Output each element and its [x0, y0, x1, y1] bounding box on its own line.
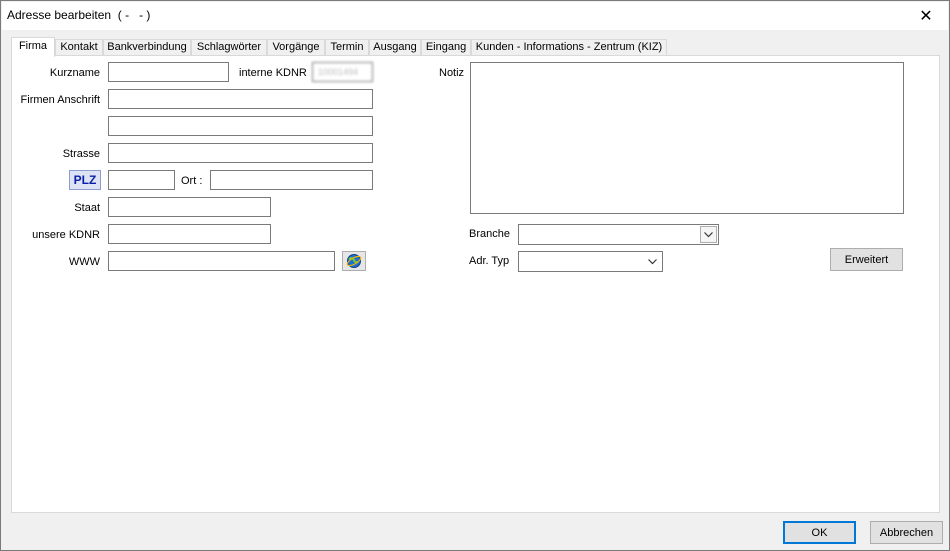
unsere-kdnr-input[interactable]	[108, 224, 271, 244]
window-title: Adresse bearbeiten ( - - )	[7, 8, 151, 22]
tab-label: Kunden - Informations - Zentrum (KIZ)	[475, 41, 663, 53]
tab-label: Schlagwörter	[196, 41, 262, 53]
tab-label: Ausgang	[373, 41, 417, 53]
tab-label: Firma	[18, 40, 48, 52]
branche-label: Branche	[469, 228, 510, 240]
erweitert-button[interactable]: Erweitert	[830, 248, 903, 271]
strasse-input[interactable]	[108, 143, 373, 163]
tab-eingang[interactable]: Eingang	[421, 39, 471, 56]
firmen-anschrift-input-1[interactable]	[108, 89, 373, 109]
close-button[interactable]: ✕	[904, 2, 948, 30]
tab-firma[interactable]: Firma	[11, 37, 55, 57]
branche-select[interactable]	[518, 224, 719, 245]
adr-typ-label: Adr. Typ	[469, 255, 510, 267]
tab-label: Bankverbindung	[107, 41, 187, 53]
tab-termin[interactable]: Termin	[325, 39, 369, 56]
chevron-down-icon	[700, 226, 717, 243]
tab-label: Eingang	[425, 41, 467, 53]
tab-kiz[interactable]: Kunden - Informations - Zentrum (KIZ)	[471, 39, 667, 56]
tab-kontakt[interactable]: Kontakt	[55, 39, 103, 56]
globe-icon	[346, 254, 362, 268]
tab-bankverbindung[interactable]: Bankverbindung	[103, 39, 191, 56]
tab-ausgang[interactable]: Ausgang	[369, 39, 421, 56]
firmen-anschrift-label: Firmen Anschrift	[20, 94, 100, 106]
staat-input[interactable]	[108, 197, 271, 217]
ort-input[interactable]	[210, 170, 373, 190]
cancel-button[interactable]: Abbrechen	[870, 521, 943, 544]
interne-kdnr-field: 10001494	[312, 62, 373, 82]
tab-panel-firma: Kurzname interne KDNR 10001494 Firmen An…	[11, 55, 940, 513]
notiz-textarea[interactable]	[470, 62, 904, 214]
address-edit-dialog: Adresse bearbeiten ( - - ) ✕ Firma Konta…	[0, 0, 950, 551]
kurzname-input[interactable]	[108, 62, 229, 82]
interne-kdnr-label: interne KDNR	[239, 67, 307, 79]
ok-button[interactable]: OK	[783, 521, 856, 544]
tab-label: Termin	[330, 41, 364, 53]
strasse-label: Strasse	[62, 148, 100, 160]
chevron-down-icon	[642, 252, 662, 271]
title-bar: Adresse bearbeiten ( - - ) ✕	[2, 2, 948, 30]
ort-label: Ort :	[181, 175, 203, 187]
tab-label: Kontakt	[60, 41, 98, 53]
tab-schlagwoerter[interactable]: Schlagwörter	[191, 39, 267, 56]
notiz-label: Notiz	[439, 67, 465, 79]
close-icon: ✕	[919, 8, 933, 25]
kurzname-label: Kurzname	[49, 67, 100, 79]
staat-label: Staat	[74, 202, 100, 214]
open-website-button[interactable]	[342, 251, 366, 271]
adr-typ-select[interactable]	[518, 251, 663, 272]
www-input[interactable]	[108, 251, 335, 271]
unsere-kdnr-label: unsere KDNR	[32, 229, 100, 241]
firmen-anschrift-input-2[interactable]	[108, 116, 373, 136]
plz-button[interactable]: PLZ	[69, 170, 101, 190]
tab-label: Vorgänge	[272, 41, 320, 53]
plz-input[interactable]	[108, 170, 175, 190]
tab-vorgaenge[interactable]: Vorgänge	[267, 39, 325, 56]
www-label: WWW	[68, 256, 100, 268]
